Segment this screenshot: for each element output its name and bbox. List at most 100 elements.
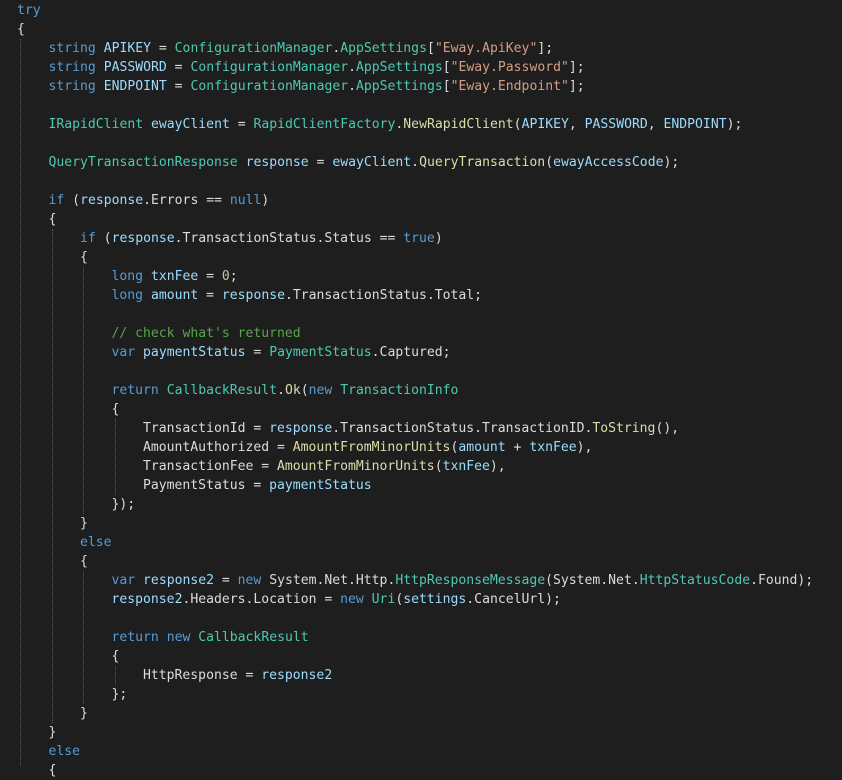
code-token: long	[111, 288, 144, 303]
code-token: (	[64, 193, 81, 208]
code-line: PaymentStatus = paymentStatus	[143, 476, 372, 495]
code-token: PaymentStatus	[269, 345, 372, 360]
code-line: TransactionFee = AmountFromMinorUnits(tx…	[143, 457, 506, 476]
code-token: ),	[489, 459, 506, 474]
code-line: {	[112, 400, 120, 419]
code-token: });	[111, 497, 136, 512]
code-token: new	[166, 630, 191, 645]
code-token: // check what's returned	[111, 326, 301, 341]
indent-guide	[83, 267, 84, 514]
code-token: ConfigurationManager	[190, 79, 349, 94]
code-line: }	[80, 514, 88, 533]
code-token: response	[80, 193, 144, 208]
code-line: if (response.TransactionStatus.Status ==…	[80, 229, 443, 248]
code-token: RapidClientFactory	[253, 117, 396, 132]
code-line: else	[80, 533, 112, 552]
code-token: QueryTransaction	[419, 155, 546, 170]
code-token: TransactionId =	[143, 421, 270, 436]
code-editor[interactable]: try {string APIKEY = ConfigurationManager…	[0, 0, 842, 778]
code-line: {	[49, 210, 57, 229]
code-token: +	[505, 440, 530, 455]
code-token: amount	[458, 440, 506, 455]
code-token: if	[48, 193, 65, 208]
code-line: long txnFee = 0;	[112, 267, 238, 286]
code-token: (),	[655, 421, 680, 436]
code-token: PASSWORD	[103, 60, 167, 75]
code-token: ];	[568, 60, 585, 75]
code-line: response2.Headers.Location = new Uri(set…	[112, 590, 561, 609]
code-token: response	[111, 231, 175, 246]
code-token: .Found);	[750, 573, 814, 588]
code-token: "Eway.Password"	[450, 60, 569, 75]
code-token: new	[308, 383, 333, 398]
code-token: .TransactionStatus.TransactionID.	[332, 421, 593, 436]
code-token: .	[277, 383, 285, 398]
code-token: .	[411, 155, 420, 170]
code-token: (System.Net.	[545, 573, 640, 588]
code-token: }	[80, 516, 88, 531]
code-token: paymentStatus	[143, 345, 246, 360]
code-token: TransactionFee =	[143, 459, 278, 474]
code-line: {	[80, 248, 88, 267]
code-token: long	[111, 269, 144, 284]
code-token: Uri	[371, 592, 396, 607]
code-token: );	[663, 155, 680, 170]
code-token: }	[48, 725, 57, 740]
code-token: string	[48, 60, 96, 75]
code-token: .Errors ==	[143, 193, 230, 208]
code-token: ];	[537, 41, 554, 56]
code-token: AmountFromMinorUnits	[277, 459, 435, 474]
code-token: ];	[568, 79, 585, 94]
code-token: IRapidClient	[48, 117, 144, 132]
code-token: "Eway.ApiKey"	[434, 41, 538, 56]
code-token: )	[261, 193, 270, 208]
code-token: paymentStatus	[269, 478, 372, 493]
code-line: }	[49, 723, 57, 742]
code-token: {	[111, 649, 120, 664]
code-token: =	[166, 79, 191, 94]
code-line: string ENDPOINT = ConfigurationManager.A…	[49, 77, 585, 96]
code-token: QueryTransactionResponse	[48, 155, 238, 170]
code-token: [	[442, 79, 451, 94]
code-token: response	[269, 421, 333, 436]
code-token: response	[221, 288, 285, 303]
code-line: {	[17, 20, 25, 39]
code-token: ConfigurationManager	[174, 41, 333, 56]
code-token: {	[17, 22, 25, 37]
code-token: (	[434, 459, 443, 474]
code-token: return	[111, 383, 159, 398]
code-line: string APIKEY = ConfigurationManager.App…	[49, 39, 554, 58]
indent-guide	[83, 571, 84, 704]
code-token: AppSettings	[340, 41, 427, 56]
code-token: Ok	[284, 383, 301, 398]
code-token: ;	[229, 269, 238, 284]
code-token: ,	[568, 117, 585, 132]
code-line: var paymentStatus = PaymentStatus.Captur…	[112, 343, 451, 362]
code-token: CallbackResult	[198, 630, 309, 645]
code-token: PASSWORD	[584, 117, 648, 132]
code-token: string	[48, 79, 96, 94]
code-token: }	[80, 706, 88, 721]
code-line: if (response.Errors == null)	[49, 191, 270, 210]
code-token: (	[513, 117, 522, 132]
code-token: ConfigurationManager	[190, 60, 349, 75]
code-line: return CallbackResult.Ok(new Transaction…	[112, 381, 459, 400]
code-token: ENDPOINT	[663, 117, 727, 132]
code-token: .	[348, 79, 356, 94]
code-token: [	[442, 60, 451, 75]
code-token: .Headers.Location =	[182, 592, 341, 607]
code-line: IRapidClient ewayClient = RapidClientFac…	[49, 115, 743, 134]
code-token: AppSettings	[356, 79, 443, 94]
indent-guide	[20, 39, 21, 766]
code-token: ewayClient	[332, 155, 412, 170]
code-token: APIKEY	[103, 41, 152, 56]
code-line: else	[49, 742, 81, 761]
